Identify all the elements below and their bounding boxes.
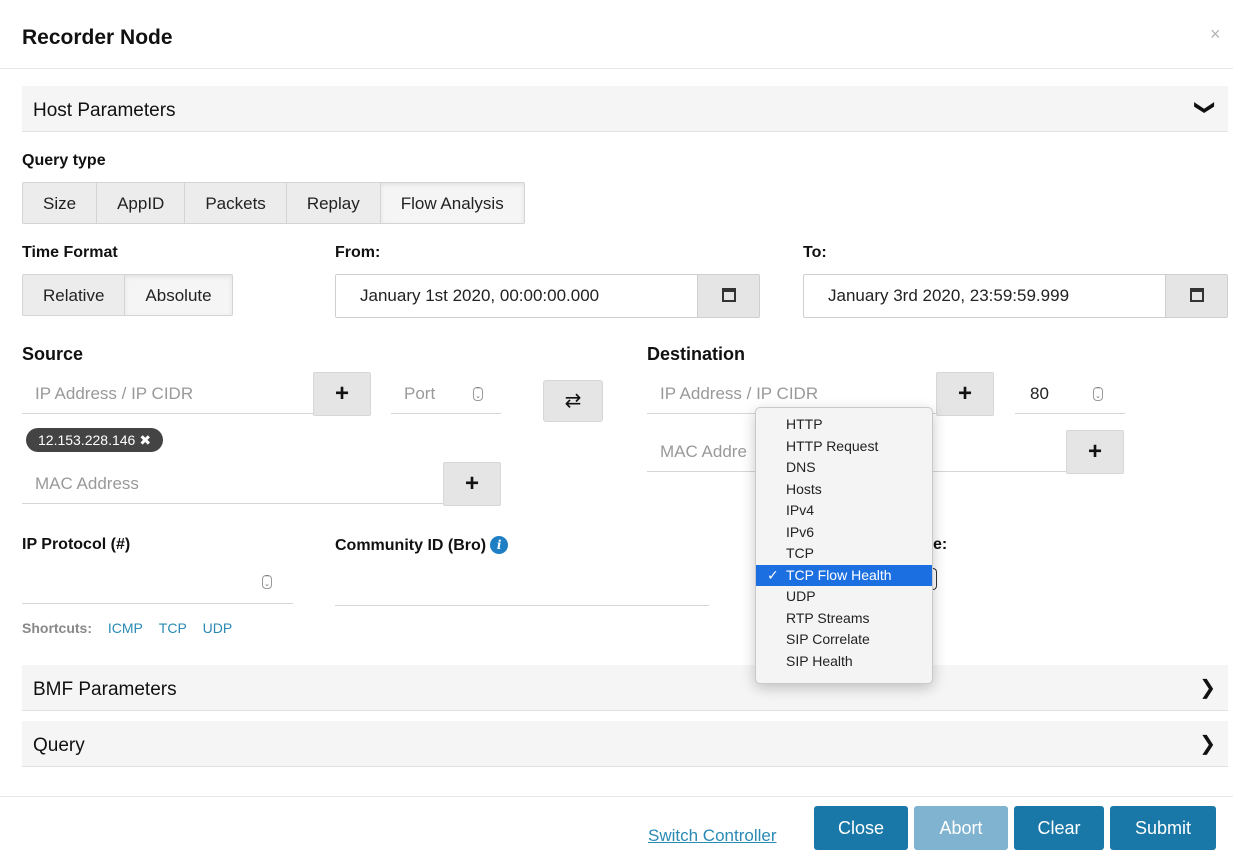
to-label: To: — [803, 244, 827, 261]
source-ip-input[interactable]: IP Address / IP CIDR — [22, 374, 313, 414]
chevron-right-icon: ❯ — [1199, 733, 1216, 755]
calendar-icon — [721, 288, 736, 302]
query-type-packets[interactable]: Packets — [185, 182, 287, 224]
analysis-type-label-partial: e: — [933, 536, 948, 553]
close-button[interactable]: Close — [814, 806, 908, 850]
source-title: Source — [22, 344, 84, 364]
query-title: Query — [33, 735, 85, 756]
shortcuts-label: Shortcuts: — [22, 620, 92, 636]
swap-source-destination-button[interactable]: ⇄ — [543, 380, 603, 422]
destination-port-input[interactable]: 80 — [1015, 374, 1125, 414]
host-parameters-header[interactable]: Host Parameters ❯ — [22, 86, 1228, 132]
close-icon[interactable]: × — [1210, 24, 1221, 45]
source-port-input[interactable]: Port — [391, 374, 501, 414]
source-mac-input[interactable]: MAC Address — [22, 464, 443, 504]
calendar-icon — [1189, 288, 1204, 302]
clear-button[interactable]: Clear — [1014, 806, 1104, 850]
from-date-input[interactable]: January 1st 2020, 00:00:00.000 — [335, 274, 698, 318]
source-ip-tag: 12.153.228.146 ✖ — [26, 428, 164, 452]
query-type-size[interactable]: Size — [22, 182, 98, 224]
add-destination-mac-button[interactable]: + — [1066, 430, 1124, 474]
add-destination-ip-button[interactable]: + — [936, 372, 994, 416]
add-source-ip-button[interactable]: + — [313, 372, 371, 416]
shortcut-icmp[interactable]: ICMP — [108, 620, 143, 636]
shortcut-udp[interactable]: UDP — [203, 620, 233, 636]
submit-button[interactable]: Submit — [1110, 806, 1216, 850]
abort-button[interactable]: Abort — [914, 806, 1008, 850]
destination-title: Destination — [647, 344, 746, 364]
query-type-appid[interactable]: AppID — [97, 182, 186, 224]
source-port-spinner-icon[interactable]: ⌃ ⌄ — [473, 387, 483, 401]
ip-protocol-label: IP Protocol (#) — [22, 536, 131, 553]
destination-port-spinner-icon[interactable]: ⌃ ⌄ — [1093, 387, 1103, 401]
time-format-label: Time Format — [22, 244, 118, 261]
header-divider — [0, 68, 1233, 69]
remove-tag-icon[interactable]: ✖ — [139, 432, 151, 448]
dropdown-option-ipv4[interactable]: IPv4 — [756, 500, 932, 522]
to-date-input[interactable]: January 3rd 2020, 23:59:59.999 — [803, 274, 1166, 318]
community-id-input[interactable] — [335, 566, 709, 606]
recorder-node-dialog: Recorder Node × Host Parameters ❯ Query … — [0, 0, 1233, 865]
bmf-parameters-title: BMF Parameters — [33, 679, 177, 700]
dropdown-option-sip-correlate[interactable]: SIP Correlate — [756, 629, 932, 651]
dropdown-option-sip-health[interactable]: SIP Health — [756, 651, 932, 673]
query-type-label: Query type — [22, 152, 106, 169]
to-calendar-button[interactable] — [1166, 274, 1228, 318]
add-source-mac-button[interactable]: + — [443, 462, 501, 506]
dropdown-option-tcp-flow-health[interactable]: ✓ TCP Flow Health — [756, 564, 932, 586]
dropdown-option-rtp-streams[interactable]: RTP Streams — [756, 608, 932, 630]
shortcut-tcp[interactable]: TCP — [159, 620, 187, 636]
query-type-group: Size AppID Packets Replay Flow Analysis — [22, 182, 525, 224]
time-format-group: Relative Absolute — [22, 274, 233, 316]
query-type-flow-analysis[interactable]: Flow Analysis — [380, 182, 525, 224]
chevron-right-icon: ❯ — [1199, 677, 1216, 699]
chevron-down-icon: ❯ — [1194, 99, 1217, 116]
footer-divider — [0, 796, 1233, 797]
protocol-shortcuts: Shortcuts: ICMP TCP UDP — [22, 620, 232, 636]
time-format-relative[interactable]: Relative — [22, 274, 126, 316]
from-label: From: — [335, 244, 381, 261]
dropdown-option-udp[interactable]: UDP — [756, 586, 932, 608]
dropdown-option-ipv6[interactable]: IPv6 — [756, 522, 932, 544]
checkmark-icon: ✓ — [767, 566, 779, 583]
source-ip-tag-label: 12.153.228.146 — [38, 432, 136, 448]
dropdown-option-tcp[interactable]: TCP — [756, 543, 932, 565]
host-parameters-title: Host Parameters — [33, 100, 176, 121]
dropdown-option-label: TCP Flow Health — [786, 566, 892, 583]
dropdown-option-http-request[interactable]: HTTP Request — [756, 436, 932, 458]
from-calendar-button[interactable] — [698, 274, 760, 318]
switch-controller-link[interactable]: Switch Controller — [648, 826, 777, 846]
analysis-type-dropdown[interactable]: HTTP HTTP Request DNS Hosts IPv4 IPv6 TC… — [755, 407, 933, 684]
query-header[interactable]: Query ❯ — [22, 721, 1228, 767]
dropdown-option-dns[interactable]: DNS — [756, 457, 932, 479]
community-id-label: Community ID (Bro) i — [335, 536, 509, 555]
ip-protocol-spinner-icon[interactable]: ⌃ ⌄ — [262, 575, 272, 589]
ip-protocol-input[interactable] — [22, 564, 293, 604]
time-format-absolute[interactable]: Absolute — [125, 274, 233, 316]
community-id-label-text: Community ID (Bro) — [335, 537, 487, 554]
dropdown-option-http[interactable]: HTTP — [756, 414, 932, 436]
dropdown-option-hosts[interactable]: Hosts — [756, 479, 932, 501]
dialog-title: Recorder Node — [22, 26, 173, 49]
query-type-replay[interactable]: Replay — [286, 182, 381, 224]
bmf-parameters-header[interactable]: BMF Parameters ❯ — [22, 665, 1228, 711]
info-icon[interactable]: i — [490, 536, 509, 554]
